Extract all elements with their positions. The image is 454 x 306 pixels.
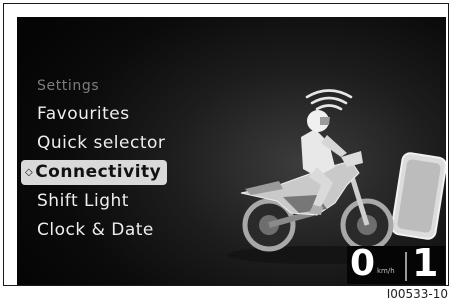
menu-item-shift-light[interactable]: Shift Light xyxy=(37,189,129,214)
gear-indicator: 1 xyxy=(412,241,439,285)
gear-divider xyxy=(405,252,407,281)
wireless-signal-icon xyxy=(305,89,353,111)
figure-id: I00533-10 xyxy=(386,287,448,301)
menu-item-connectivity[interactable]: ◇ Connectivity xyxy=(21,160,168,185)
dashboard-screen: Settings Favourites Quick selector ◇ Conn… xyxy=(17,17,446,285)
menu-item-quick-selector[interactable]: Quick selector xyxy=(37,131,165,156)
speed-unit: km/h xyxy=(377,267,395,275)
menu-item-favourites[interactable]: Favourites xyxy=(37,102,130,127)
smartphone-icon xyxy=(391,152,446,240)
speed-gear-display: 0 km/h 1 xyxy=(347,242,445,284)
rider-motorcycle-illustration xyxy=(227,110,407,264)
speed-value: 0 xyxy=(350,243,376,284)
menu-item-clock-date[interactable]: Clock & Date xyxy=(37,218,154,243)
menu-item-label: Connectivity xyxy=(35,162,162,182)
menu-title: Settings xyxy=(37,78,100,94)
selection-diamond-icon: ◇ xyxy=(25,167,34,178)
